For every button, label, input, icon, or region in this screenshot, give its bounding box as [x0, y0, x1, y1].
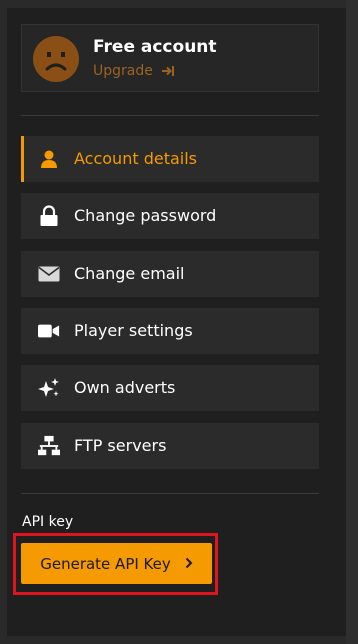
sad-face-icon — [33, 36, 79, 82]
menu-item-ftp-servers[interactable]: FTP servers — [21, 423, 319, 469]
menu-item-label: Change email — [74, 264, 185, 283]
lock-icon — [38, 205, 60, 227]
divider — [21, 493, 319, 494]
api-key-label: API key — [22, 514, 74, 530]
menu-item-label: FTP servers — [74, 436, 167, 455]
chevron-right-icon — [185, 555, 193, 573]
generate-api-key-button[interactable]: Generate API Key — [21, 543, 212, 584]
sparkles-icon — [38, 377, 60, 399]
video-camera-icon — [38, 320, 60, 342]
arrow-into-bar-icon — [161, 65, 175, 77]
user-icon — [38, 148, 60, 170]
menu-item-player-settings[interactable]: Player settings — [21, 308, 319, 354]
upgrade-link[interactable]: Upgrade — [93, 63, 175, 79]
menu-item-change-email[interactable]: Change email — [21, 251, 319, 297]
menu-item-own-adverts[interactable]: Own adverts — [21, 365, 319, 411]
menu-item-label: Own adverts — [74, 378, 176, 397]
network-icon — [38, 435, 60, 457]
menu-item-label: Player settings — [74, 321, 193, 340]
menu-item-account-details[interactable]: Account details — [21, 136, 319, 182]
divider — [21, 115, 319, 116]
account-card: Free account Upgrade — [21, 24, 319, 92]
menu-item-label: Change password — [74, 206, 217, 225]
upgrade-label: Upgrade — [93, 63, 153, 79]
envelope-icon — [38, 263, 60, 285]
app-frame: Free account Upgrade Account details Cha… — [0, 0, 358, 644]
scroll-edge — [346, 0, 358, 644]
generate-api-key-label: Generate API Key — [40, 554, 171, 573]
menu-item-label: Account details — [74, 149, 197, 168]
menu-item-change-password[interactable]: Change password — [21, 193, 319, 239]
account-title: Free account — [93, 37, 217, 57]
